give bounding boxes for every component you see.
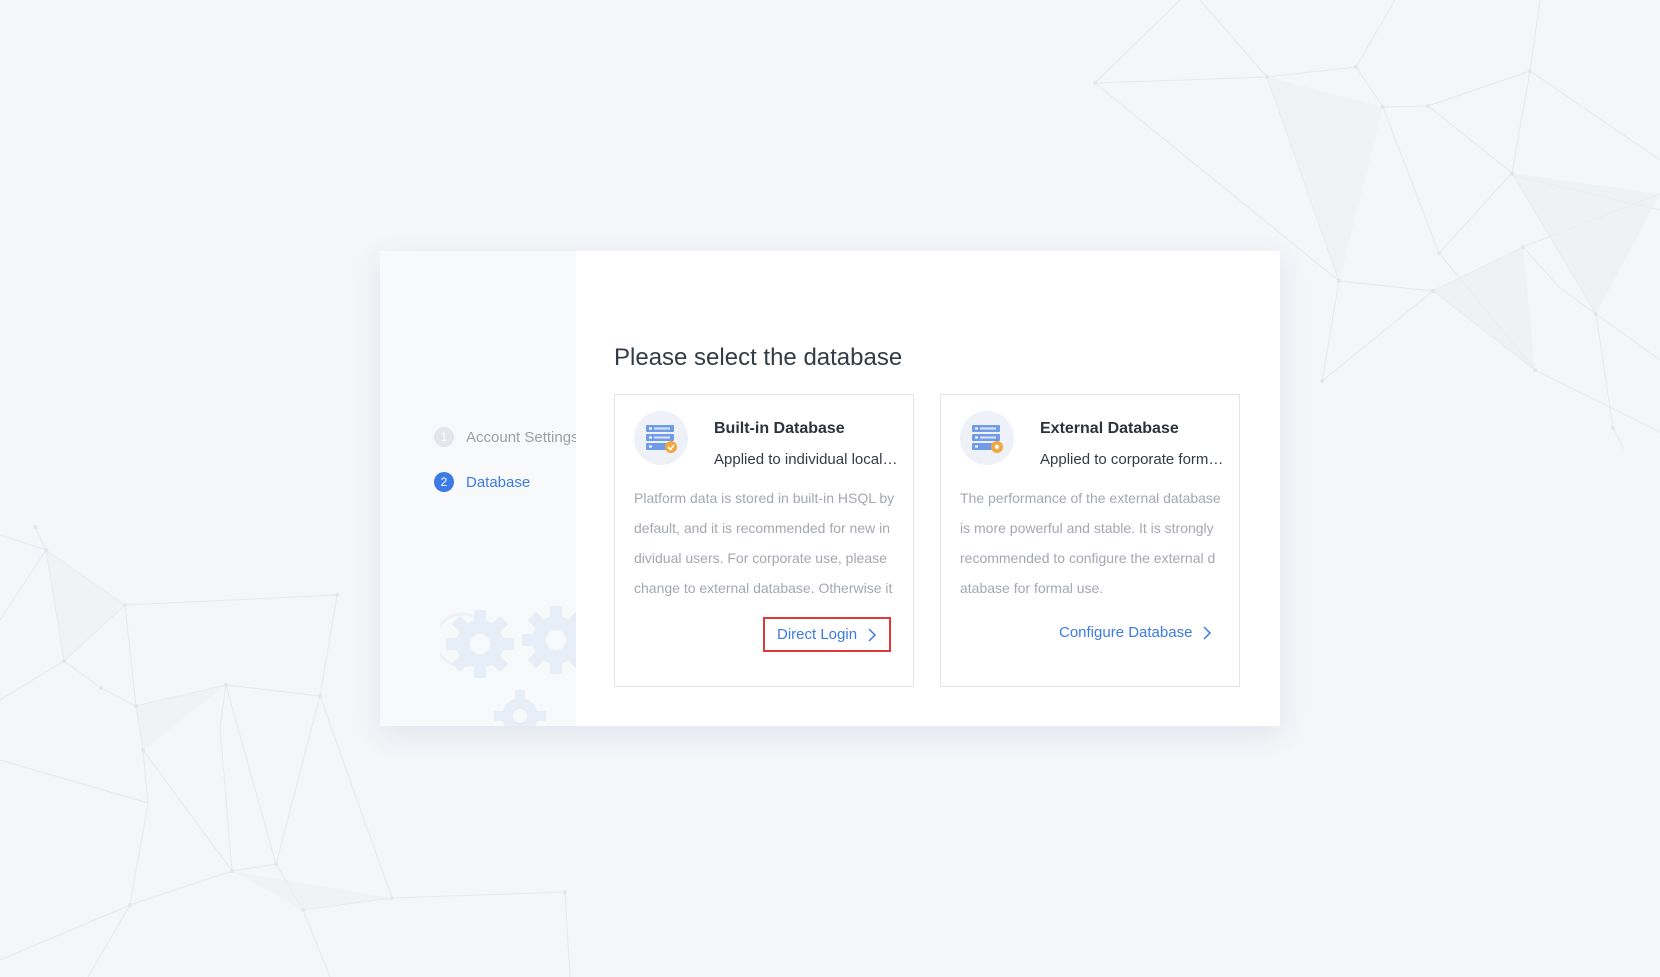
step-database[interactable]: 2 Database xyxy=(434,472,530,492)
page-title: Please select the database xyxy=(614,344,903,371)
configure-database-label: Configure Database xyxy=(1059,624,1193,641)
setup-steps-panel: 1 Account Settings 2 Database xyxy=(380,251,576,726)
step-label: Database xyxy=(466,473,531,491)
external-database-card[interactable]: External Database Applied to corporate f… xyxy=(940,394,1240,687)
step-account-settings[interactable]: 1 Account Settings xyxy=(434,427,576,447)
gears-illustration-icon xyxy=(440,606,576,726)
card-description: The performance of the external database… xyxy=(960,490,1221,596)
card-description: Platform data is stored in built-in HSQL… xyxy=(634,490,895,596)
database-check-icon xyxy=(634,411,688,465)
direct-login-label: Direct Login xyxy=(777,626,858,643)
configure-database-button[interactable]: Configure Database xyxy=(1059,624,1212,641)
database-gear-icon xyxy=(960,411,1014,465)
card-title: Built-in Database xyxy=(714,420,845,437)
card-title: External Database xyxy=(1040,420,1179,437)
step-label: Account Settings xyxy=(466,428,576,446)
step-number-badge: 1 xyxy=(434,427,454,447)
card-subtitle: Applied to individual local testing xyxy=(714,451,898,468)
builtin-database-card[interactable]: Built-in Database Applied to individual … xyxy=(614,394,914,687)
database-setup-dialog: 1 Account Settings 2 Database Please sel… xyxy=(380,251,1280,726)
chevron-right-icon xyxy=(868,627,877,642)
card-subtitle: Applied to corporate formal use xyxy=(1040,451,1224,468)
database-selection-area: Please select the database Built-in Data… xyxy=(576,251,1280,726)
step-number-badge: 2 xyxy=(434,472,454,492)
chevron-right-icon xyxy=(1203,625,1212,640)
direct-login-button[interactable]: Direct Login xyxy=(763,617,892,652)
